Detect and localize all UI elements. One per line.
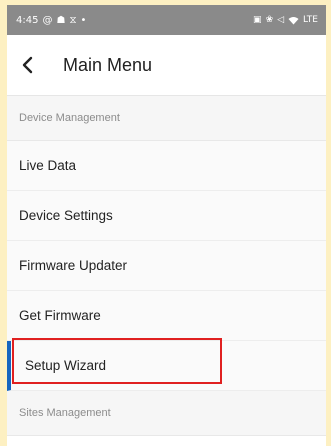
chevron-left-icon xyxy=(22,56,33,74)
menu-item-label: Setup Wizard xyxy=(25,358,107,373)
status-left: 4:45 @ ☗ ⧖ • xyxy=(16,15,86,26)
mute-icon: ◁ xyxy=(277,15,285,25)
network-type-label: LTE xyxy=(303,15,318,25)
menu-item-firmware-updater[interactable]: Firmware Updater xyxy=(7,241,326,291)
menu-item-label: Firmware Updater xyxy=(19,258,128,273)
menu-item-label: Live Data xyxy=(19,158,77,173)
notification-icon: ☗ xyxy=(56,14,66,26)
menu-item-live-data[interactable]: Live Data xyxy=(7,141,326,191)
wifi-icon xyxy=(288,16,299,24)
notification-icon: @ xyxy=(42,14,53,26)
page-title: Main Menu xyxy=(63,54,153,75)
status-time: 4:45 xyxy=(16,14,39,26)
menu-item-label: Device Settings xyxy=(19,208,113,223)
phone-screen: 4:45 @ ☗ ⧖ • ▣ ❀ ◁ LTE Main Menu Device … xyxy=(7,5,326,446)
status-right: ▣ ❀ ◁ LTE xyxy=(253,15,318,25)
menu-item-device-settings[interactable]: Device Settings xyxy=(7,191,326,241)
notification-icon: ⧖ xyxy=(69,14,77,26)
vibrate-icon: ❀ xyxy=(265,15,274,25)
app-bar: Main Menu xyxy=(7,35,326,96)
section-header-device-management: Device Management xyxy=(7,96,326,141)
menu-item-setup-wizard[interactable]: Setup Wizard xyxy=(7,341,326,391)
menu-item-get-firmware[interactable]: Get Firmware xyxy=(7,291,326,341)
status-bar: 4:45 @ ☗ ⧖ • ▣ ❀ ◁ LTE xyxy=(7,5,326,35)
back-button[interactable] xyxy=(7,44,49,86)
nfc-icon: ▣ xyxy=(253,15,262,25)
more-notifications-dot: • xyxy=(80,14,87,26)
main-menu-list: Device Management Live Data Device Setti… xyxy=(7,96,326,436)
section-header-sites-management: Sites Management xyxy=(7,391,326,436)
menu-item-label: Get Firmware xyxy=(19,308,101,323)
